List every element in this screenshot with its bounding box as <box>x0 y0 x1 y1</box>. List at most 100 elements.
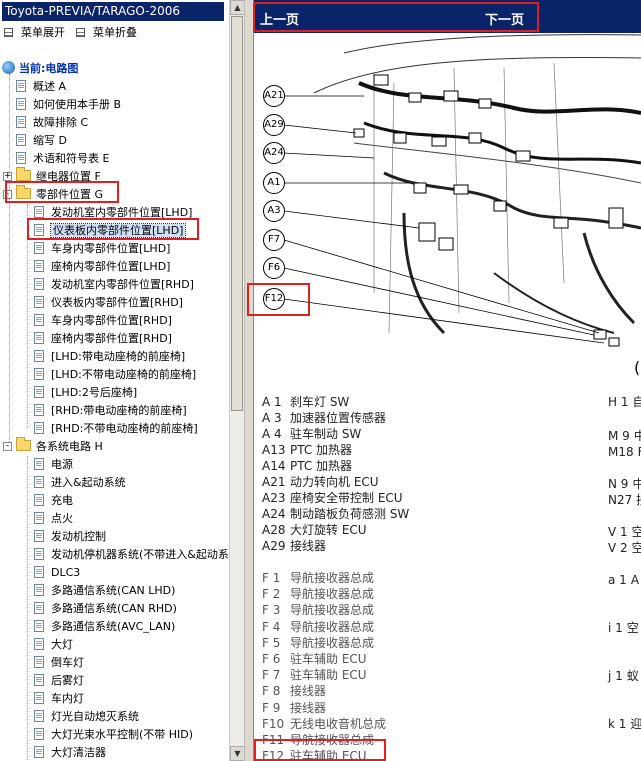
legend-name: 大灯旋转 ECU <box>290 523 367 537</box>
scroll-down-arrow-icon[interactable]: ▼ <box>230 746 244 761</box>
tree-item[interactable]: 座椅内零部件位置[RHD] <box>34 330 172 348</box>
legend-code: M 9 <box>608 429 630 443</box>
tree-item[interactable]: [RHD:不带电动座椅的前座椅] <box>34 420 198 438</box>
tree-item[interactable]: 车内灯 <box>34 690 84 708</box>
legend-code: A 4 <box>262 427 282 441</box>
tree-item-label: [RHD:不带电动座椅的前座椅] <box>51 422 198 435</box>
folder-parts-location[interactable]: 零部件位置 G <box>16 185 103 204</box>
tree-item[interactable]: 缩写 D <box>16 132 67 150</box>
expand-menu-button[interactable]: 菜单展开 <box>4 25 65 41</box>
document-icon <box>34 566 44 578</box>
tree-item[interactable]: 概述 A <box>16 78 66 96</box>
pane-splitter[interactable] <box>244 0 254 761</box>
tree-item[interactable]: 电源 <box>34 456 73 474</box>
document-icon <box>34 296 44 308</box>
tree-item[interactable]: [LHD:带电动座椅的前座椅] <box>34 348 185 366</box>
folder-icon <box>16 167 31 181</box>
document-icon <box>34 224 44 236</box>
legend-row: F 3 导航接收器总成 <box>262 602 374 618</box>
legend-name: PTC 加热器 <box>290 459 353 473</box>
legend-name: PTC 加热器 <box>290 443 353 457</box>
tree-item-label: 倒车灯 <box>51 656 84 669</box>
legend-name: 导航接收器总成 <box>290 571 375 585</box>
tree-item[interactable]: 充电 <box>34 492 73 510</box>
expand-node-icon[interactable]: + <box>3 172 12 181</box>
tree-item[interactable]: 车身内零部件位置[RHD] <box>34 312 172 330</box>
tree-guide-line <box>27 204 28 428</box>
document-icon <box>34 458 44 470</box>
tree-item[interactable]: 多路通信系统(CAN LHD) <box>34 582 175 600</box>
document-icon <box>34 728 44 740</box>
document-icon <box>34 746 44 758</box>
tree-item[interactable]: 故障排除 C <box>16 114 88 132</box>
legend-name: 驻车辅助 ECU <box>290 652 367 666</box>
tree-item[interactable]: 车身内零部件位置[LHD] <box>34 240 170 258</box>
legend-row: N 9中 <box>608 476 641 492</box>
tree-item[interactable]: [RHD:带电动座椅的前座椅] <box>34 402 187 420</box>
tree-item-label: 进入&起动系统 <box>51 476 126 489</box>
tree-item[interactable]: DLC3 <box>34 564 80 582</box>
tree-item[interactable]: 如何使用本手册 B <box>16 96 121 114</box>
tree-item[interactable]: 术语和符号表 E <box>16 150 109 168</box>
page-nav-bar: 上一页 下一页 <box>254 0 641 33</box>
legend-row: A 4 驻车制动 SW <box>262 426 361 442</box>
tree-item[interactable]: 继电器位置 F <box>16 167 101 186</box>
tree-item[interactable]: 多路通信系统(AVC_LAN) <box>34 618 175 636</box>
collapse-menu-button[interactable]: 菜单折叠 <box>76 25 137 41</box>
callout-a3: A3 <box>263 200 285 222</box>
tree-item-label: 发动机停机器系统(不带进入&起动系 <box>51 548 229 561</box>
tree-item[interactable]: 大灯 <box>34 636 73 654</box>
tree-item[interactable]: [LHD:不带电动座椅的前座椅] <box>34 366 196 384</box>
legend-code: F 8 <box>262 684 281 699</box>
tree-item[interactable]: 仪表板内零部件位置[RHD] <box>34 294 183 312</box>
navigation-tree-pane: Toyota-PREVIA/TARAGO-2006 菜单展开 菜单折叠 当前:电… <box>0 0 244 761</box>
legend-name: 接线器 <box>290 684 327 699</box>
next-page-link[interactable]: 下一页 <box>485 9 524 28</box>
tree-item[interactable]: 后雾灯 <box>34 672 84 690</box>
legend-name: 导航接收器总成 <box>290 733 375 747</box>
collapse-node-icon[interactable]: - <box>3 190 12 199</box>
scrollbar-thumb[interactable] <box>231 16 243 411</box>
tree-item-label: 车身内零部件位置[RHD] <box>51 314 172 327</box>
legend-code: A14 <box>262 459 286 473</box>
tree-item-label: 座椅内零部件位置[LHD] <box>51 260 171 273</box>
legend-row: M 9中 <box>608 428 641 444</box>
folder-system-circuits[interactable]: 各系统电路 H <box>16 437 103 456</box>
document-icon <box>34 368 44 380</box>
tree-guide-line <box>9 74 10 446</box>
legend-code: F10 <box>262 716 285 731</box>
tree-item[interactable]: 大灯清洁器 <box>34 744 106 761</box>
tree-item[interactable]: 多路通信系统(CAN RHD) <box>34 600 177 618</box>
scroll-up-arrow-icon[interactable]: ▲ <box>230 0 244 15</box>
tree-item[interactable]: 座椅内零部件位置[LHD] <box>34 258 170 276</box>
tree-root[interactable]: 当前:电路图 <box>2 60 78 78</box>
document-icon <box>16 152 26 164</box>
document-icon <box>34 422 44 434</box>
tree-item[interactable]: 发动机室内零部件位置[LHD] <box>34 204 192 222</box>
tree-item[interactable]: 发动机控制 <box>34 528 106 546</box>
prev-page-link[interactable]: 上一页 <box>260 9 299 28</box>
tree-item[interactable]: 倒车灯 <box>34 654 84 672</box>
document-icon <box>34 620 44 632</box>
collapse-node-icon[interactable]: - <box>3 442 12 451</box>
tree-item-label: DLC3 <box>51 566 81 579</box>
legend-name: 驻车制动 SW <box>290 427 362 441</box>
tree-item[interactable]: [LHD:2号后座椅] <box>34 384 137 402</box>
wiring-diagram-illustration <box>254 33 641 390</box>
document-icon <box>34 674 44 686</box>
legend-row: A24 制动踏板负荷感测 SW <box>262 506 409 522</box>
tree-item-label: 术语和符号表 E <box>33 152 110 165</box>
callout-f7: F7 <box>263 229 285 251</box>
tree-item-label: [LHD:2号后座椅] <box>51 386 138 399</box>
tree-item[interactable]: 进入&起动系统 <box>34 474 126 492</box>
tree-item[interactable]: 发动机停机器系统(不带进入&起动系 <box>34 546 229 564</box>
legend-row: A23 座椅安全带控制 ECU <box>262 490 403 506</box>
legend-code: F 5 <box>262 635 281 650</box>
tree-item[interactable]: 仪表板内零部件位置[LHD] <box>34 222 187 240</box>
tree-item[interactable]: 灯光自动熄灭系统 <box>34 708 139 726</box>
tree-item[interactable]: 点火 <box>34 510 73 528</box>
tree-item[interactable]: 发动机室内零部件位置[RHD] <box>34 276 194 294</box>
tree-scrollbar[interactable]: ▲ ▼ <box>229 0 244 761</box>
legend-row: F 4 导航接收器总成 <box>262 619 374 635</box>
tree-item[interactable]: 大灯光束水平控制(不带 HID) <box>34 726 193 744</box>
